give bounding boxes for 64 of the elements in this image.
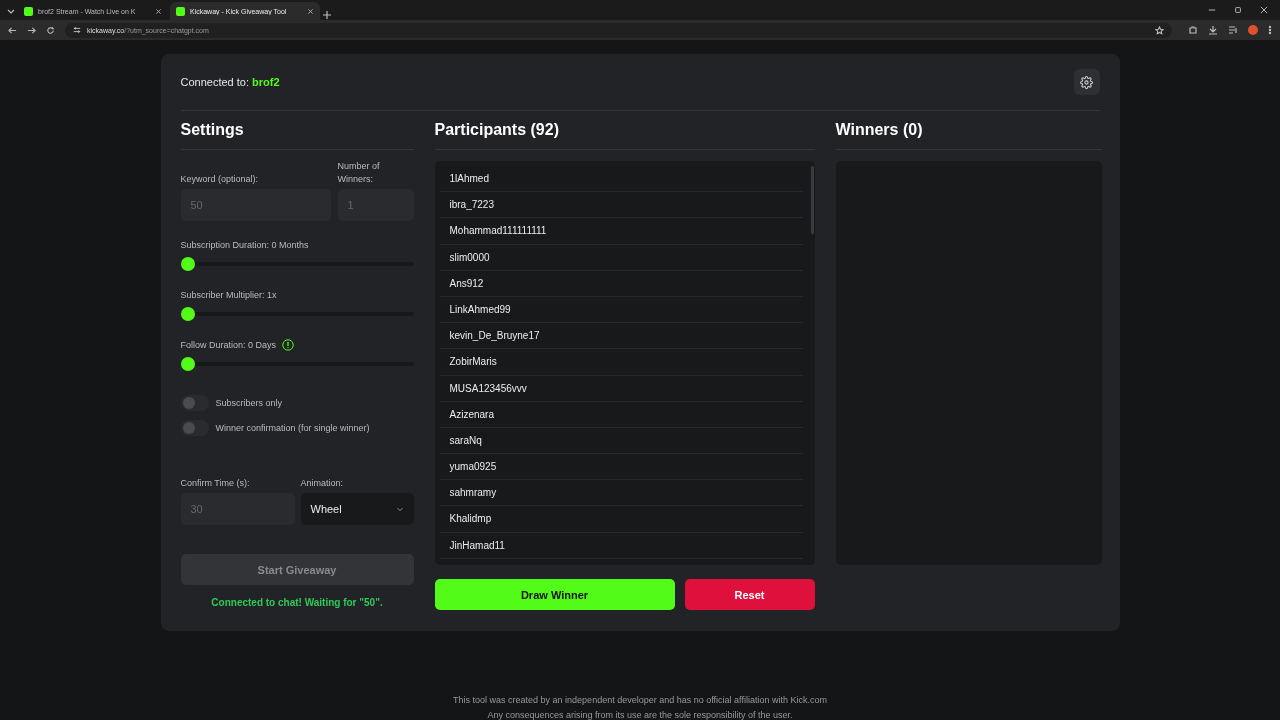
participant-name: ZobirMaris [439, 349, 803, 376]
field-label: Keyword (optional): [180, 173, 260, 186]
participant-name: Azizenara [439, 401, 803, 428]
slider[interactable] [180, 357, 414, 371]
field-label: Number of Winners: [337, 160, 381, 186]
section-title: Participants (92) [434, 111, 815, 150]
slider-thumb[interactable] [180, 357, 195, 371]
forward-icon[interactable] [27, 25, 36, 35]
chevron-down-icon [395, 505, 404, 513]
profile-avatar[interactable] [1248, 25, 1258, 35]
participant-name: yuma0925 [439, 454, 803, 481]
section-title: Settings [180, 111, 414, 150]
field-label: Animation: [300, 477, 345, 490]
settings-button[interactable] [1073, 69, 1100, 95]
participant-name: LinkAhmed99 [439, 296, 803, 324]
disclaimer-text: Any consequences arising from its use are the sole responsibility of the user. [487, 709, 793, 720]
info-icon[interactable] [282, 338, 295, 351]
puzzle-icon[interactable] [1188, 25, 1198, 35]
status-message: Connected to chat! Waiting for "50". [210, 597, 384, 608]
participant-name: saraNq [439, 427, 803, 455]
field-label: Confirm Time (s): [180, 477, 251, 490]
slider-label: Follow Duration: 0 Days [180, 339, 277, 350]
participant-name: Ans912 [439, 270, 803, 297]
animation-dropdown[interactable]: Wheel [300, 493, 414, 525]
participant-name: kevin_De_Bruyne17 [439, 323, 803, 350]
media-icon[interactable] [1228, 25, 1238, 35]
toggle-label: Subscribers only [215, 398, 283, 408]
toggle-label: Winner confirmation (for single winner) [215, 423, 370, 433]
close-icon[interactable] [307, 7, 314, 15]
participant-name: slim0000 [439, 244, 803, 271]
toggle-switch[interactable] [180, 420, 209, 436]
slider-label: Subscription Duration: 0 Months [180, 239, 309, 250]
participant-name: sahmramy [439, 480, 803, 507]
back-icon[interactable] [8, 25, 17, 35]
slider-thumb[interactable] [180, 257, 195, 271]
participant-name: ibra_7223 [439, 192, 803, 219]
participant-name: Khalidmp [439, 506, 803, 533]
minimize-icon[interactable] [1208, 6, 1216, 14]
site-settings-icon[interactable] [73, 26, 81, 34]
participant-name: 1lAhmed [439, 166, 803, 193]
participant-name: MUSA123456vvv [439, 375, 803, 402]
reload-icon[interactable] [46, 25, 55, 35]
section-title: Winners (0) [835, 111, 1102, 150]
slider[interactable] [180, 307, 414, 321]
close-icon[interactable] [155, 7, 162, 15]
draw-winner-button[interactable]: Draw Winner [434, 579, 675, 610]
plus-icon[interactable] [322, 10, 332, 20]
download-icon[interactable] [1208, 25, 1218, 35]
more-icon[interactable] [1268, 25, 1272, 35]
reset-button[interactable]: Reset [684, 579, 815, 610]
star-icon[interactable] [1155, 25, 1164, 35]
tab-favicon-icon [24, 6, 33, 16]
connection-text: Connected to: brof2 [180, 76, 280, 88]
slider-label: Subscriber Multiplier: 1x [180, 289, 277, 300]
slider[interactable] [180, 257, 414, 271]
slider-thumb[interactable] [180, 307, 195, 321]
toggle-switch[interactable] [180, 395, 209, 411]
tab-favicon-icon [176, 6, 185, 16]
gear-icon [1080, 75, 1093, 89]
participant-name: Mohammad111111111 [439, 218, 803, 245]
disclaimer-text: This tool was created by an independent developer and has no official affiliation with Kick.com [453, 694, 827, 706]
close-icon[interactable] [1260, 6, 1268, 14]
participant-name: JinHamad11 [439, 532, 803, 559]
restore-icon[interactable] [1234, 6, 1242, 14]
